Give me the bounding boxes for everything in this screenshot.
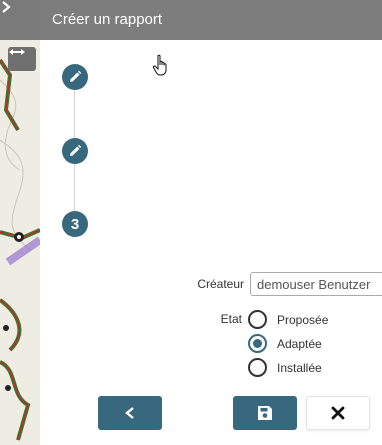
save-icon xyxy=(258,406,272,420)
step-3-current[interactable]: 3 xyxy=(62,211,88,237)
state-option-installee[interactable]: Installée xyxy=(248,358,322,377)
step-connector xyxy=(74,164,75,212)
cancel-button[interactable] xyxy=(306,396,370,430)
creator-label: Créateur xyxy=(197,277,244,291)
state-option-label: Proposée xyxy=(277,312,329,327)
report-stepper: 3 xyxy=(62,64,88,244)
state-option-adaptee[interactable]: Adaptée xyxy=(248,334,322,353)
collapse-panel-button[interactable] xyxy=(0,0,40,40)
state-option-proposee[interactable]: Proposée xyxy=(248,310,328,329)
save-button[interactable] xyxy=(233,396,297,430)
radio-button[interactable] xyxy=(248,310,267,329)
map-background[interactable] xyxy=(0,0,40,445)
close-icon xyxy=(331,406,345,420)
step-2-edit[interactable] xyxy=(62,138,88,164)
pencil-icon xyxy=(70,70,82,82)
radio-button-checked[interactable] xyxy=(248,334,267,353)
step-1-edit[interactable] xyxy=(62,64,88,90)
creator-field[interactable] xyxy=(250,272,382,296)
state-label: Etat xyxy=(220,312,242,326)
hand-cursor-icon xyxy=(152,54,167,76)
app-root: Créer un rapport 3 Créateur demouser Ben… xyxy=(0,0,382,445)
resize-arrows-icon xyxy=(9,49,25,55)
panel-title: Créer un rapport xyxy=(40,0,382,40)
chevron-left-icon xyxy=(125,407,134,419)
back-button[interactable] xyxy=(98,396,162,430)
chevron-right-icon xyxy=(2,1,11,13)
step-connector xyxy=(74,90,75,138)
radio-dot xyxy=(253,339,262,348)
state-option-label: Installée xyxy=(277,360,322,375)
creator-row: Créateur xyxy=(150,272,382,296)
state-option-label: Adaptée xyxy=(277,336,322,351)
create-report-panel: Créer un rapport 3 Créateur demouser Ben… xyxy=(40,0,382,445)
radio-button[interactable] xyxy=(248,358,267,377)
pencil-icon xyxy=(70,144,82,156)
resize-handle[interactable] xyxy=(8,47,36,71)
